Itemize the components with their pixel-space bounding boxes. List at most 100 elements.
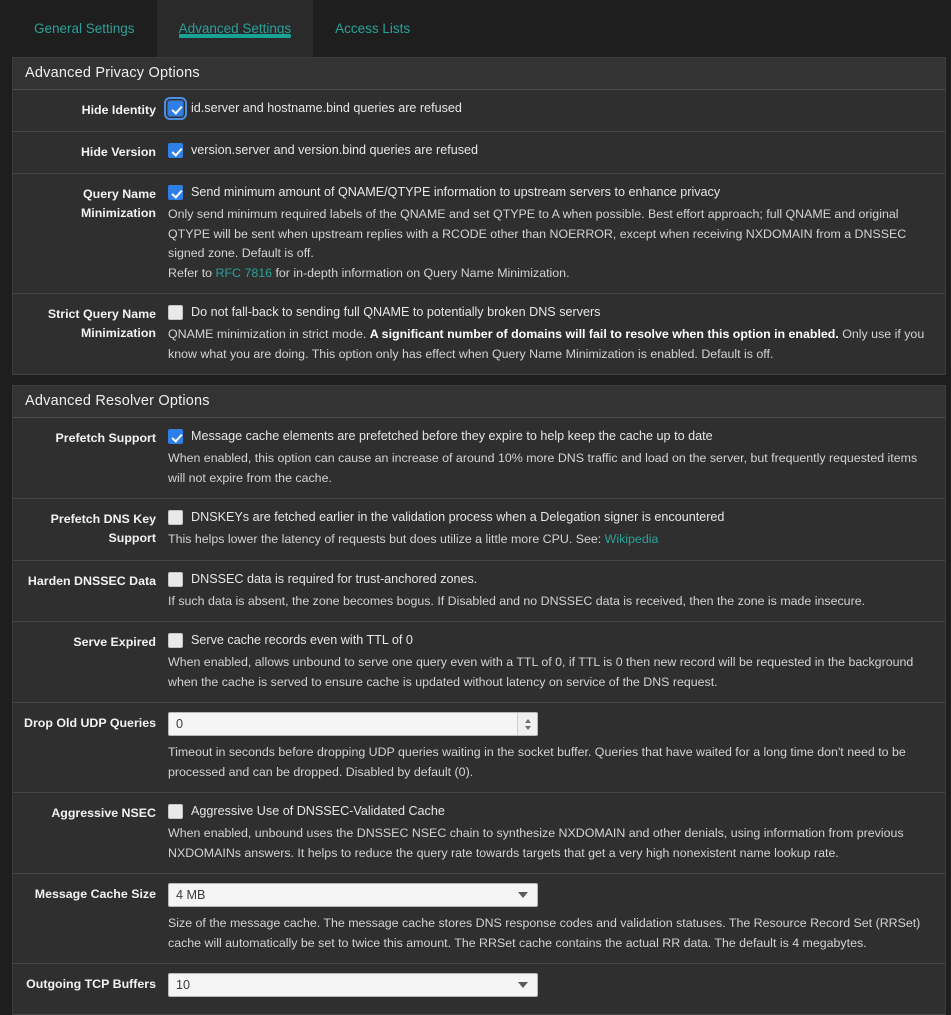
- number-stepper[interactable]: [517, 713, 537, 735]
- row-label: Query Name Minimization: [80, 187, 156, 220]
- section-title: Advanced Resolver Options: [13, 386, 945, 418]
- row-body: Serve cache records even with TTL of 0 W…: [168, 631, 945, 692]
- row-label: Strict Query Name Minimization: [47, 307, 156, 340]
- field-wrapper: 10: [168, 973, 931, 997]
- row-body: 0 Timeout in seconds before dropping UDP…: [168, 712, 945, 782]
- harden-dnssec-data-checkbox[interactable]: [168, 571, 183, 587]
- row-label: Hide Version: [80, 145, 156, 159]
- checkbox-line: Aggressive Use of DNSSEC-Validated Cache: [168, 802, 931, 821]
- row-prefetch-dns-key-support: Prefetch DNS Key Support DNSKEYs are fet…: [13, 499, 945, 561]
- settings-tab-bar: General Settings Advanced Settings Acces…: [0, 0, 951, 57]
- tab-general-settings[interactable]: General Settings: [12, 0, 157, 57]
- row-description: Timeout in seconds before dropping UDP q…: [168, 745, 906, 779]
- hide-version-checkbox[interactable]: [168, 143, 183, 158]
- row-label: Message Cache Size: [34, 887, 156, 901]
- row-strict-query-name-minimization: Strict Query Name Minimization Do not fa…: [13, 294, 945, 375]
- row-label: Prefetch Support: [55, 431, 156, 445]
- row-label: Harden DNSSEC Data: [27, 573, 156, 588]
- checkbox-label: Do not fall-back to sending full QNAME t…: [191, 305, 601, 319]
- section-advanced-privacy-options: Advanced Privacy Options Hide Identity i…: [12, 57, 946, 375]
- checkbox-line: DNSKEYs are fetched earlier in the valid…: [168, 508, 931, 527]
- row-body: Aggressive Use of DNSSEC-Validated Cache…: [168, 802, 945, 863]
- checkbox-line: Message cache elements are prefetched be…: [168, 427, 931, 446]
- checkbox-line: Do not fall-back to sending full QNAME t…: [168, 303, 931, 322]
- checkbox-label: DNSSEC data is required for trust-anchor…: [191, 571, 478, 586]
- select-value: 4 MB: [176, 888, 206, 902]
- row-prefetch-support: Prefetch Support Message cache elements …: [13, 418, 945, 499]
- chevron-down-icon: [518, 892, 528, 898]
- desc-text-before: Refer to: [168, 265, 216, 280]
- checkbox-line: id.server and hostname.bind queries are …: [164, 97, 931, 120]
- tab-advanced-settings[interactable]: Advanced Settings: [156, 0, 314, 57]
- checkbox-line: version.server and version.bind queries …: [168, 141, 931, 160]
- row-hide-identity: Hide Identity id.server and hostname.bin…: [13, 90, 945, 132]
- checkbox-line: Serve cache records even with TTL of 0: [168, 631, 931, 650]
- tab-label: Advanced Settings: [178, 21, 292, 36]
- chevron-down-icon: [518, 982, 528, 988]
- row-label: Aggressive NSEC: [51, 806, 156, 820]
- drop-old-udp-queries-input[interactable]: 0: [168, 712, 538, 736]
- row-body: id.server and hostname.bind queries are …: [164, 97, 945, 121]
- row-hide-version: Hide Version version.server and version.…: [13, 132, 945, 174]
- row-description: QNAME minimization in strict mode. A sig…: [168, 325, 931, 364]
- row-body: DNSSEC data is required for trust-anchor…: [168, 570, 945, 612]
- checkbox-line: Send minimum amount of QNAME/QTYPE infor…: [168, 183, 931, 202]
- row-harden-dnssec-data: Harden DNSSEC Data DNSSEC data is requir…: [13, 560, 945, 622]
- row-description: When enabled, this option can cause an i…: [168, 451, 918, 485]
- row-description-link-line: Refer to RFC 7816 for in-depth informati…: [168, 264, 931, 284]
- row-body: 4 MB Size of the message cache. The mess…: [168, 883, 945, 953]
- prefetch-dns-key-support-checkbox[interactable]: [168, 510, 183, 525]
- chevron-up-icon[interactable]: [524, 718, 531, 723]
- desc-text-pre: QNAME minimization in strict mode.: [168, 327, 370, 341]
- rfc-7816-link[interactable]: RFC 7816: [216, 266, 272, 280]
- tab-access-lists[interactable]: Access Lists: [313, 0, 432, 57]
- desc-text-after: for in-depth information on Query Name M…: [272, 265, 570, 280]
- hide-identity-checkbox[interactable]: [164, 97, 187, 120]
- desc-text-before: This helps lower the latency of requests…: [168, 532, 605, 546]
- row-body: Send minimum amount of QNAME/QTYPE infor…: [168, 183, 945, 283]
- outgoing-tcp-buffers-select[interactable]: 10: [168, 973, 538, 997]
- wikipedia-link[interactable]: Wikipedia: [605, 532, 659, 546]
- tab-label: Access Lists: [335, 21, 411, 36]
- serve-expired-checkbox[interactable]: [168, 633, 183, 648]
- checkbox-label: Send minimum amount of QNAME/QTYPE infor…: [191, 185, 721, 199]
- checkbox-label: Aggressive Use of DNSSEC-Validated Cache: [191, 804, 445, 818]
- select-value: 10: [176, 978, 191, 992]
- row-description: When enabled, allows unbound to serve on…: [168, 655, 914, 689]
- row-outgoing-tcp-buffers: Outgoing TCP Buffers 10: [13, 964, 945, 1015]
- section-title: Advanced Privacy Options: [13, 58, 945, 90]
- row-drop-old-udp-queries: Drop Old UDP Queries 0 Timeout in second…: [13, 703, 945, 793]
- query-name-minimization-checkbox[interactable]: [168, 185, 183, 200]
- checkbox-label: version.server and version.bind queries …: [191, 143, 479, 157]
- row-aggressive-nsec: Aggressive NSEC Aggressive Use of DNSSEC…: [13, 793, 945, 874]
- tab-label: General Settings: [34, 21, 135, 36]
- row-body: 10: [168, 973, 945, 1004]
- row-body: version.server and version.bind queries …: [168, 141, 945, 163]
- row-body: DNSKEYs are fetched earlier in the valid…: [168, 508, 945, 550]
- row-label: Drop Old UDP Queries: [24, 716, 156, 730]
- prefetch-support-checkbox[interactable]: [168, 429, 183, 444]
- input-value: 0: [176, 717, 184, 731]
- row-description: Only send minimum required labels of the…: [168, 207, 907, 260]
- aggressive-nsec-checkbox[interactable]: [168, 804, 183, 819]
- chevron-down-icon[interactable]: [524, 725, 531, 730]
- message-cache-size-select[interactable]: 4 MB: [168, 883, 538, 907]
- row-label: Hide Identity: [81, 103, 156, 117]
- checkbox-label: id.server and hostname.bind queries are …: [191, 101, 462, 115]
- row-serve-expired: Serve Expired Serve cache records even w…: [13, 622, 945, 703]
- checkbox-label: DNSKEYs are fetched earlier in the valid…: [191, 510, 725, 524]
- section-advanced-resolver-options: Advanced Resolver Options Prefetch Suppo…: [12, 385, 946, 1015]
- row-body: Message cache elements are prefetched be…: [168, 427, 945, 488]
- row-query-name-minimization: Query Name Minimization Send minimum amo…: [13, 174, 945, 294]
- advanced-settings-panel: Advanced Privacy Options Hide Identity i…: [0, 57, 951, 1015]
- checkbox-label: Message cache elements are prefetched be…: [191, 429, 713, 443]
- row-label: Outgoing TCP Buffers: [26, 977, 156, 991]
- row-description: Size of the message cache. The message c…: [168, 916, 921, 950]
- checkbox-line: DNSSEC data is required for trust-anchor…: [168, 570, 931, 589]
- row-description: If such data is absent, the zone becomes…: [168, 593, 866, 608]
- row-description-link-line: This helps lower the latency of requests…: [168, 530, 931, 550]
- strict-query-name-minimization-checkbox[interactable]: [168, 305, 183, 320]
- row-body: Do not fall-back to sending full QNAME t…: [168, 303, 945, 364]
- checkbox-label: Serve cache records even with TTL of 0: [191, 633, 413, 647]
- desc-text-bold: A significant number of domains will fai…: [369, 327, 839, 341]
